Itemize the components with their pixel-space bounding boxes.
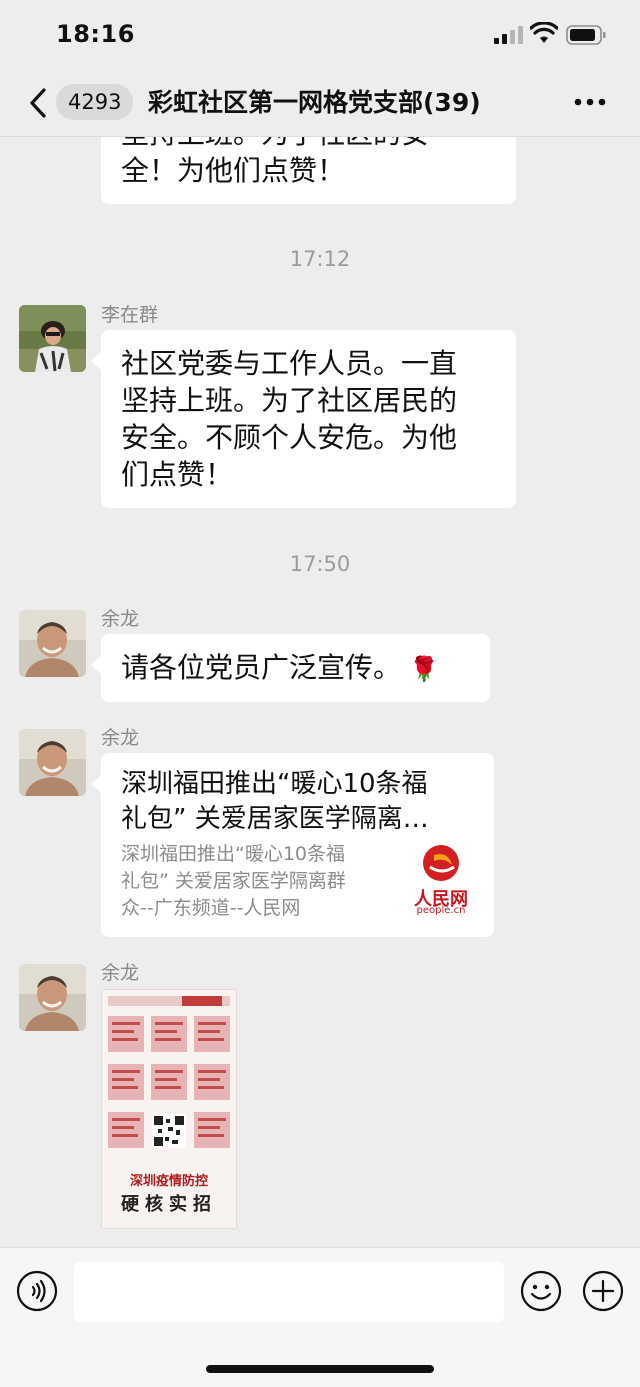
message-text-line: 社区党委与工作人员。一直 bbox=[121, 347, 458, 380]
link-card[interactable]: 深圳福田推出“暖心10条福 礼包” 关爱居家医学隔离… 深圳福田推出“暖心10条… bbox=[91, 753, 494, 937]
link-title-line: 深圳福田推出“暖心10条福 bbox=[121, 769, 428, 799]
back-chevron-icon[interactable] bbox=[26, 86, 50, 120]
avatar[interactable] bbox=[19, 610, 86, 677]
chat-title: 彩虹社区第一网格党支部(39) bbox=[148, 88, 481, 117]
poster-caption: 深圳疫情防控 bbox=[129, 1174, 208, 1189]
link-desc-line: 深圳福田推出“暖心10条福 bbox=[121, 843, 346, 865]
rose-emoji-icon: 🌹 bbox=[409, 655, 439, 683]
battery-icon bbox=[566, 25, 606, 45]
message-text-line: 安全。不顾个人安危。为他 bbox=[121, 421, 458, 454]
message-text-line: 们点赞！ bbox=[121, 458, 234, 491]
emoji-icon[interactable] bbox=[520, 1270, 562, 1312]
home-indicator[interactable] bbox=[206, 1365, 434, 1373]
message-input[interactable] bbox=[74, 1262, 504, 1322]
link-card-title: 深圳福田推出“暖心10条福 礼包” 关爱居家医学隔离… bbox=[121, 767, 476, 837]
link-card-description: 深圳福田推出“暖心10条福 礼包” 关爱居家医学隔离群 众--广东频道--人民网 bbox=[121, 841, 393, 922]
link-desc-line: 礼包” 关爱居家医学隔离群 bbox=[121, 870, 346, 892]
message-bubble[interactable]: 请各位党员广泛宣传。 🌹 bbox=[91, 634, 490, 702]
message-timestamp: 17:12 bbox=[289, 247, 351, 271]
poster-caption-main: 硬核实招 bbox=[121, 1194, 217, 1215]
message-text-line: 坚持上班。为了社区的安 bbox=[121, 137, 429, 152]
message-bubble[interactable]: 社区党委与工作人员。一直 坚持上班。为了社区居民的 安全。不顾个人安危。为他 们… bbox=[91, 330, 516, 508]
poster-graphic bbox=[108, 996, 230, 1148]
sender-name: 余龙 bbox=[101, 727, 140, 749]
image-message[interactable]: 深圳疫情防控 硬核实招 bbox=[101, 989, 237, 1229]
cellular-signal-icon bbox=[494, 26, 523, 44]
logo-subtext: people.cn bbox=[416, 905, 466, 916]
sender-name: 余龙 bbox=[101, 962, 140, 984]
message-bubble[interactable]: 坚持上班。为了社区的安 全！为他们点赞！ bbox=[101, 137, 516, 204]
message-text: 请各位党员广泛宣传。 bbox=[121, 651, 402, 684]
unread-count-badge[interactable]: 4293 bbox=[56, 84, 134, 120]
people-daily-logo: 人民网 people.cn bbox=[408, 841, 474, 916]
avatar[interactable] bbox=[19, 305, 86, 372]
wifi-icon bbox=[530, 22, 558, 43]
link-desc-line: 众--广东频道--人民网 bbox=[121, 897, 301, 919]
status-bar: 18:16 bbox=[0, 0, 640, 70]
message-text-line: 全！为他们点赞！ bbox=[121, 154, 346, 187]
status-time: 18:16 bbox=[56, 20, 135, 48]
avatar[interactable] bbox=[19, 729, 86, 796]
voice-input-icon[interactable] bbox=[16, 1270, 58, 1312]
sender-name: 李在群 bbox=[101, 304, 159, 326]
message-list[interactable]: 坚持上班。为了社区的安 全！为他们点赞！ 17:12 李在群 社区党委与工作人员… bbox=[0, 137, 640, 1247]
more-options-icon[interactable] bbox=[570, 92, 610, 112]
link-title-line: 礼包” 关爱居家医学隔离… bbox=[121, 804, 429, 834]
chat-header: 4293 彩虹社区第一网格党支部(39) bbox=[0, 70, 640, 137]
plus-icon[interactable] bbox=[582, 1270, 624, 1312]
avatar[interactable] bbox=[19, 964, 86, 1031]
message-text-line: 坚持上班。为了社区居民的 bbox=[121, 384, 458, 417]
sender-name: 余龙 bbox=[101, 608, 140, 630]
message-timestamp: 17:50 bbox=[289, 552, 351, 576]
